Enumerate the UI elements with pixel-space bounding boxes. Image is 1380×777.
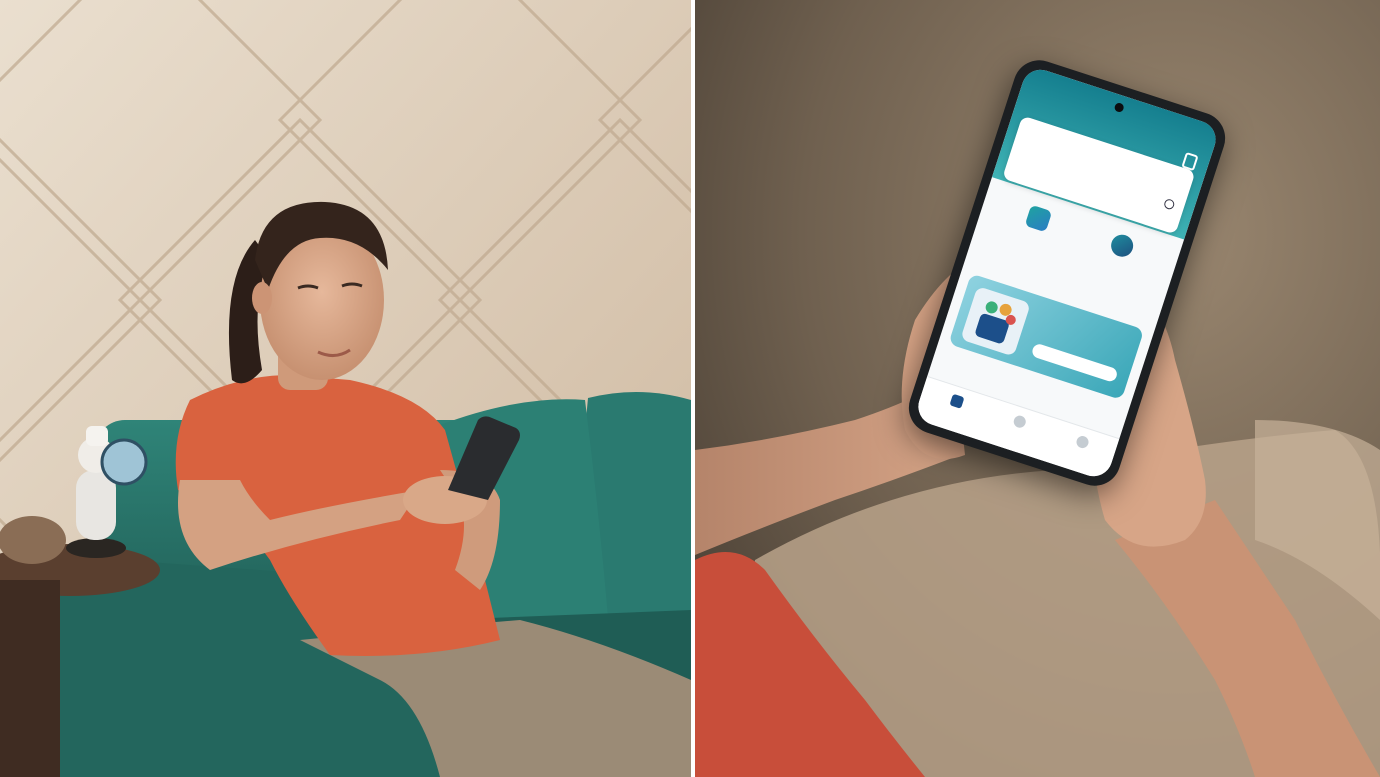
promo-banner[interactable] bbox=[948, 273, 1145, 401]
profile-icon bbox=[1074, 434, 1091, 450]
basket bbox=[0, 516, 66, 564]
figurine-base bbox=[66, 538, 126, 558]
ear bbox=[252, 282, 272, 314]
nav-item-profile[interactable] bbox=[1051, 427, 1113, 461]
banner-illustration bbox=[960, 286, 1031, 357]
side-table-leg bbox=[0, 580, 60, 777]
figurine-hat bbox=[86, 426, 108, 446]
bag-icon bbox=[975, 301, 1016, 344]
front-camera bbox=[1113, 101, 1125, 114]
home-icon bbox=[949, 393, 965, 409]
history-icon bbox=[1012, 414, 1028, 430]
left-photo-panel bbox=[0, 0, 691, 777]
right-photo-panel bbox=[695, 0, 1380, 777]
service-item-settings[interactable] bbox=[1084, 224, 1159, 270]
nav-item-home[interactable] bbox=[925, 386, 987, 420]
banner-button[interactable] bbox=[1030, 342, 1119, 384]
figurine-sign bbox=[100, 438, 148, 486]
refresh-icon[interactable] bbox=[1162, 197, 1176, 211]
transfer-icon bbox=[1024, 204, 1053, 233]
gear-icon bbox=[1108, 231, 1136, 260]
banner-text bbox=[1041, 311, 1132, 341]
service-item-transfer[interactable] bbox=[1001, 197, 1076, 243]
nav-item-history[interactable] bbox=[988, 407, 1050, 441]
living-room-scene bbox=[0, 0, 691, 777]
